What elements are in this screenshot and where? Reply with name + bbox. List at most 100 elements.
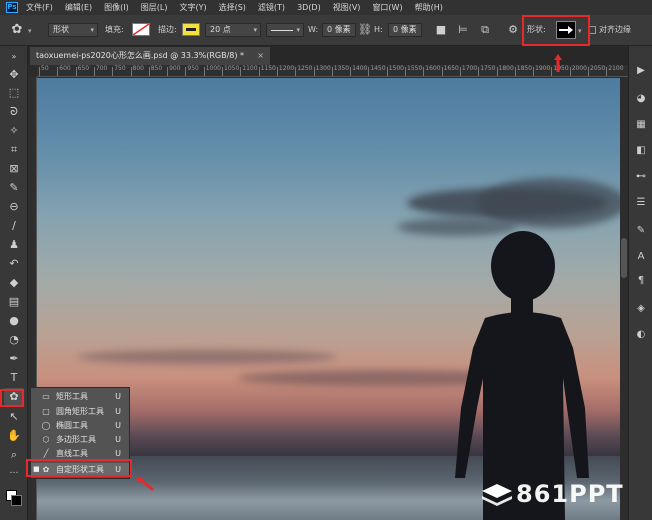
magic-wand-tool-icon[interactable]: ✧ [4,122,24,139]
gradient-panel-icon[interactable]: ◧ [634,144,648,158]
menu-filter[interactable]: 滤镜(T) [258,2,285,13]
paragraph-icon[interactable]: ¶ [634,274,648,288]
menu-bar: Ps 文件(F) 编辑(E) 图像(I) 图层(L) 文字(Y) 选择(S) 滤… [0,0,652,15]
menu-item-label: 椭圆工具 [56,421,88,430]
line-style-icon [271,30,293,31]
ellipse-icon: ◯ [41,421,51,430]
menu-help[interactable]: 帮助(H) [415,2,443,13]
healing-brush-tool-icon[interactable]: ⊖ [4,198,24,215]
preset-caret-icon[interactable]: ▾ [28,27,32,35]
ruler-tick-label: 1500 [386,65,404,76]
ellipse-tool-item[interactable]: ◯ 椭圆工具 U [31,419,129,432]
hand-tool-icon[interactable]: ✋ [4,427,24,444]
stroke-type-dropdown[interactable]: ▾ [266,23,304,37]
play-icon[interactable]: ▶ [634,64,648,78]
pen-tool-icon[interactable]: ✒ [4,350,24,367]
stroke-width-dropdown[interactable]: 20 点 ▾ [205,23,261,37]
move-tool-icon[interactable]: ✥ [4,66,24,83]
canvas-vertical-scrollbar[interactable] [620,78,628,520]
custom-shape-preset-icon[interactable]: ✿ [8,23,26,37]
ruler-tick-label: 1750 [478,65,496,76]
menu-layer[interactable]: 图层(L) [141,2,168,13]
eraser-tool-icon[interactable]: ◆ [4,274,24,291]
swatches-icon[interactable]: ▦ [634,118,648,132]
blur-tool-icon[interactable]: ● [4,312,24,329]
stroke-line-icon [186,28,196,31]
brush-tool-icon[interactable]: ∕ [4,217,24,234]
ruler-tick-label: 1450 [368,65,386,76]
ruler-tick-label: 1400 [350,65,368,76]
ruler-tick-label: 700 [93,65,108,76]
menu-view[interactable]: 视图(V) [333,2,361,13]
ruler-tick-label: 1300 [313,65,331,76]
eyedropper-tool-icon[interactable]: ✎ [4,179,24,196]
width-input[interactable]: 0 像素 [322,23,356,37]
scrollbar-thumb[interactable] [621,238,627,278]
frame-tool-icon[interactable]: ⊠ [4,160,24,177]
menu-item-label: 圆角矩形工具 [56,407,104,416]
menu-edit[interactable]: 编辑(E) [65,2,92,13]
ruler-tick-label: 50 [39,65,49,76]
tools-panel: » ✥ ⬚ ᘐ ✧ ⌗ ⊠ ✎ ⊖ ∕ ♟ ↶ ◆ ▤ ● ◔ ✒ T ➤ ✿ … [0,46,28,520]
history-brush-tool-icon[interactable]: ↶ [4,255,24,272]
menu-file[interactable]: 文件(F) [26,2,53,13]
color-wheel-icon[interactable]: ◕ [634,92,648,106]
path-alignment-icon[interactable]: ⊨ [456,23,470,37]
arrow-up-icon [554,54,562,72]
ruler-tick-label: 950 [185,65,199,76]
menu-3d[interactable]: 3D(D) [297,3,321,12]
character-icon[interactable]: A [634,250,648,264]
gradient-tool-icon[interactable]: ▤ [4,293,24,310]
channels-icon[interactable]: ◐ [634,328,648,342]
more-tools-icon[interactable]: … [4,463,24,480]
marquee-tool-icon[interactable]: ⬚ [4,84,24,101]
panel-collapse-icon[interactable]: » [4,48,24,65]
stroke-swatch[interactable] [182,23,200,36]
zoom-tool-icon[interactable]: ⌕ [4,446,24,463]
rounded-rectangle-icon: ▢ [42,407,50,416]
menu-window[interactable]: 窗口(W) [372,2,402,13]
gear-icon[interactable]: ⚙ [506,23,520,37]
align-edges-label: 对齐边缘 [599,25,631,34]
height-input[interactable]: 0 像素 [388,23,422,37]
ruler-tick-label: 1100 [240,65,258,76]
ruler-tick-label: 1200 [276,65,295,76]
shape-tool-highlight [0,389,24,407]
direct-selection-tool-icon[interactable]: ↖ [4,408,24,425]
close-icon[interactable]: × [257,47,264,65]
rounded-rectangle-tool-item[interactable]: ▢ 圆角矩形工具 U [31,405,129,418]
properties-icon[interactable]: ☰ [634,196,648,210]
ruler-tick-label: 900 [167,65,181,76]
menu-item-label: 矩形工具 [56,392,88,401]
polygon-tool-item[interactable]: ⬡ 多边形工具 U [31,433,129,446]
adjustments-icon[interactable]: ⊷ [634,170,648,184]
paths-icon[interactable]: ✎ [634,224,648,238]
rectangle-tool-item[interactable]: ▭ 矩形工具 U [31,390,129,403]
type-tool-icon[interactable]: T [4,369,24,386]
lasso-tool-icon[interactable]: ᘐ [4,103,24,120]
document-tab-title: taoxuemei-ps2020心形怎么画.psd @ 33.3%(RGB/8)… [36,51,245,60]
layers-icon[interactable]: ◈ [634,302,648,316]
fill-swatch[interactable] [132,23,150,36]
horizontal-ruler: 50 600 650 700 750 800 850 900 950 1000 1050 1100 11… [37,65,628,77]
dodge-tool-icon[interactable]: ◔ [4,331,24,348]
path-operations-icon[interactable]: ■ [434,23,448,37]
menu-select[interactable]: 选择(S) [219,2,246,13]
ruler-tick-label: 1000 [203,65,221,76]
ruler-tick-label: 1550 [404,65,423,76]
crop-tool-icon[interactable]: ⌗ [4,141,24,158]
watermark-text: 861PPT [516,480,624,508]
tool-mode-dropdown[interactable]: 形状 ▾ [48,23,98,37]
stroke-label: 描边: [158,25,177,34]
photoshop-logo-icon: Ps [6,2,18,13]
clone-stamp-tool-icon[interactable]: ♟ [4,236,24,253]
polygon-icon: ⬡ [42,435,50,444]
document-tab[interactable]: taoxuemei-ps2020心形怎么画.psd @ 33.3%(RGB/8)… [30,47,270,65]
path-arrangement-icon[interactable]: ⧉ [478,23,492,37]
menu-image[interactable]: 图像(I) [104,2,129,13]
ruler-tick-label: 2100 [606,65,624,76]
menu-type[interactable]: 文字(Y) [179,2,206,13]
width-label: W: [308,25,319,34]
background-color-swatch[interactable] [11,495,22,506]
link-icon[interactable]: ⛓ [358,23,372,37]
